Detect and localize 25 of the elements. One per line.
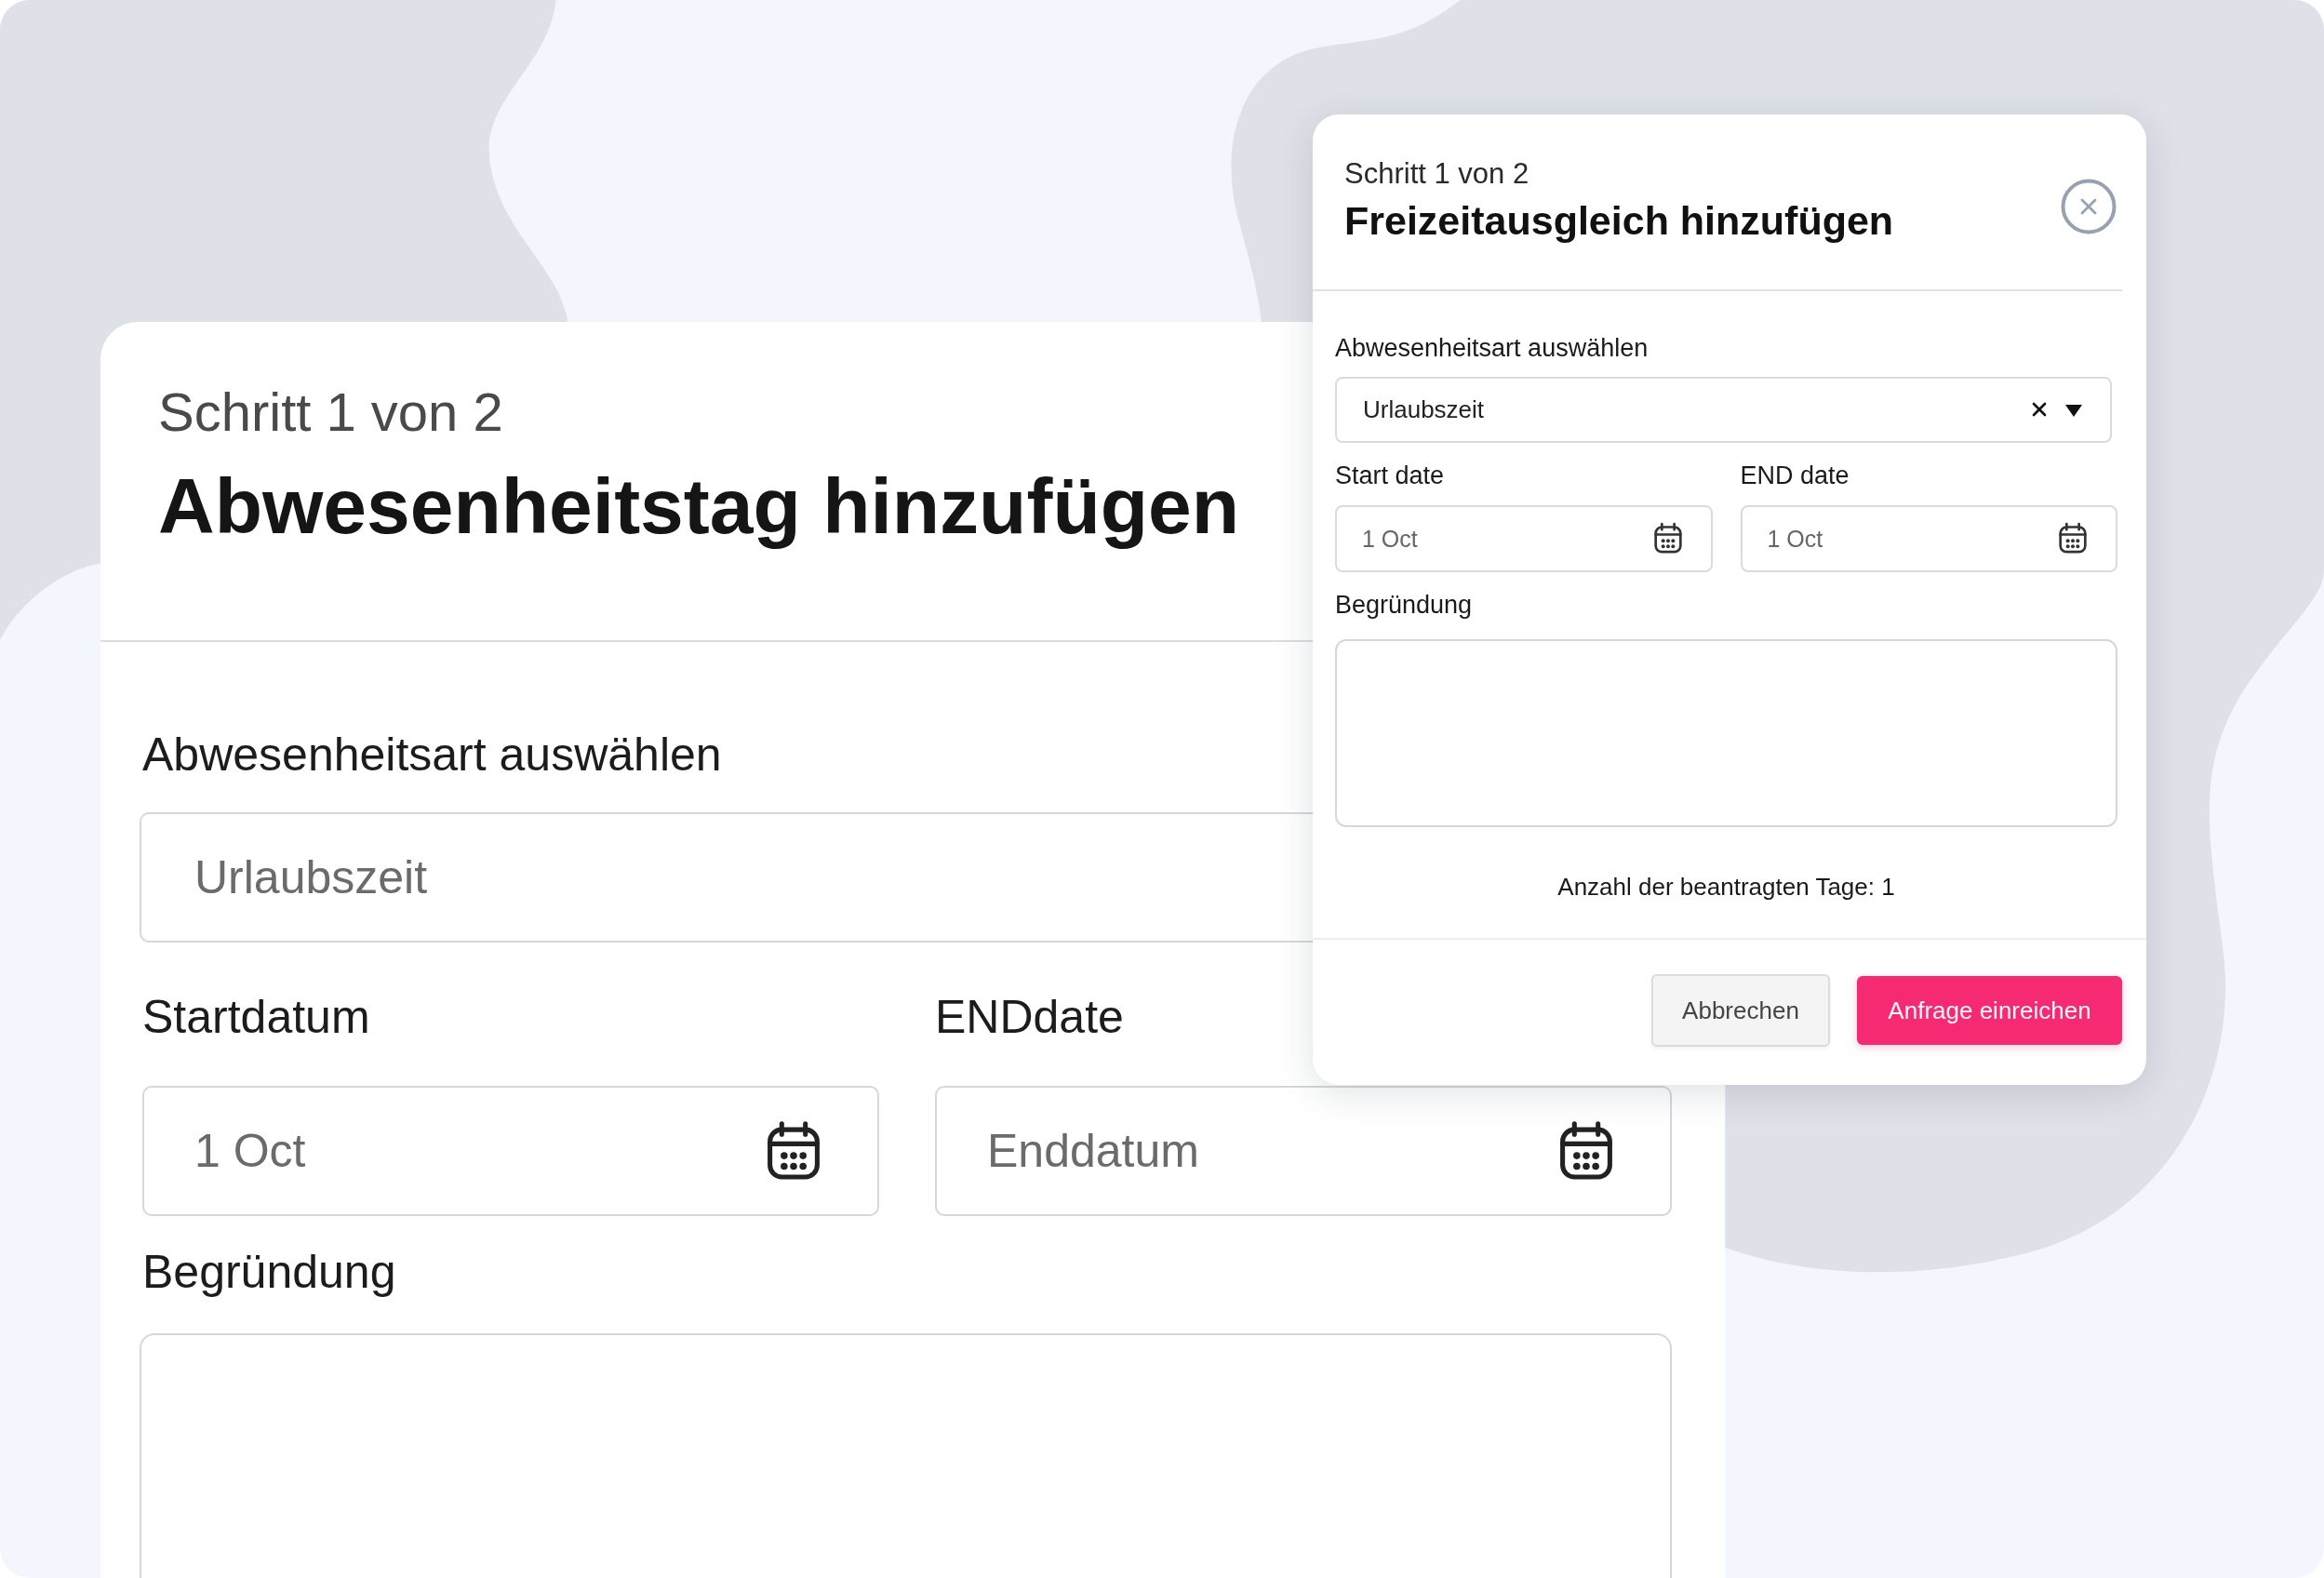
clear-icon[interactable] [2032, 402, 2047, 417]
requested-days-text: Anzahl der beantragten Tage: 1 [1557, 873, 1895, 902]
close-icon[interactable] [2061, 178, 2117, 234]
field-label: Begründung [1335, 590, 1473, 620]
cancel-button[interactable]: Abbrechen [1651, 974, 1830, 1047]
calendar-icon[interactable] [765, 1120, 822, 1182]
dialog-title: Freizeitausgleich hinzufügen [1344, 197, 1894, 245]
step-indicator: Schritt 1 von 2 [158, 381, 503, 444]
date-field[interactable]: 1 Oct [142, 1086, 879, 1216]
date-field[interactable]: Enddatum [935, 1086, 1672, 1216]
field-label: ENDdate [935, 990, 1124, 1045]
date-field[interactable]: 1 Oct [1740, 505, 2117, 572]
field-label: Abwesenheitsart auswählen [1335, 333, 1649, 363]
field-label: Abwesenheitsart auswählen [142, 728, 722, 782]
select-field[interactable]: Urlaubszeit [140, 812, 1313, 943]
step-indicator: Schritt 1 von 2 [1344, 156, 1529, 191]
caret-down-icon[interactable] [2065, 405, 2082, 417]
calendar-icon[interactable] [1557, 1120, 1615, 1182]
calendar-icon[interactable] [2058, 522, 2088, 555]
form-title: Abwesenheitstag hinzufügen [158, 461, 1240, 552]
field-label: Begründung [142, 1245, 396, 1300]
field-label: Start date [1335, 461, 1445, 490]
submit-button[interactable]: Anfrage einreichen [1857, 976, 2122, 1045]
field-label: Startdatum [142, 990, 370, 1045]
field-label: END date [1740, 461, 1850, 490]
